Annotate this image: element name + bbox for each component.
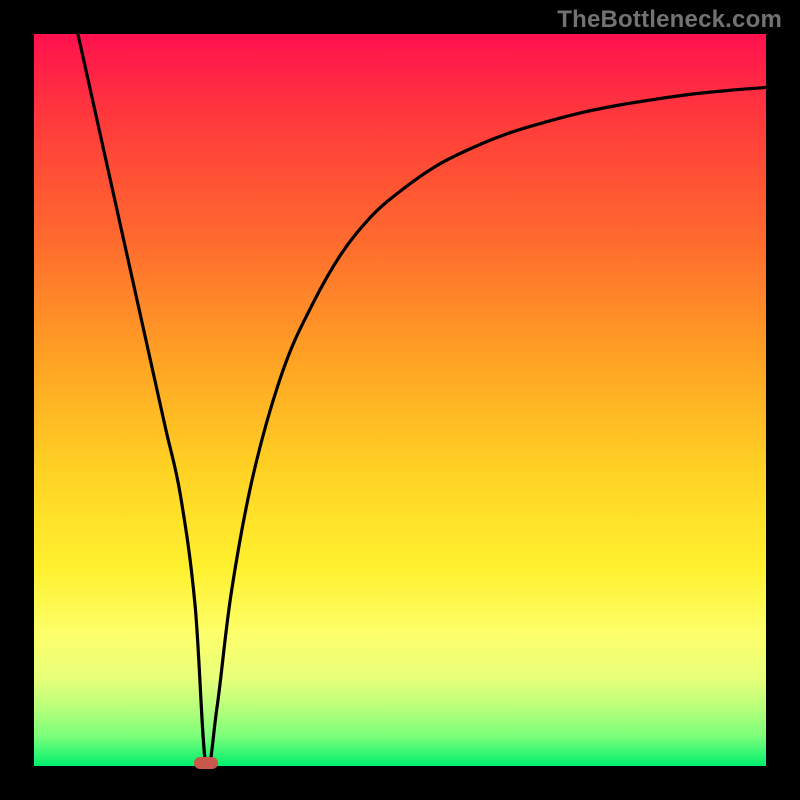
chart-frame: TheBottleneck.com	[0, 0, 800, 800]
minimum-marker	[194, 757, 218, 769]
plot-area	[34, 34, 766, 766]
watermark-text: TheBottleneck.com	[557, 6, 782, 34]
bottleneck-curve	[78, 34, 766, 770]
curve-svg	[34, 34, 766, 766]
